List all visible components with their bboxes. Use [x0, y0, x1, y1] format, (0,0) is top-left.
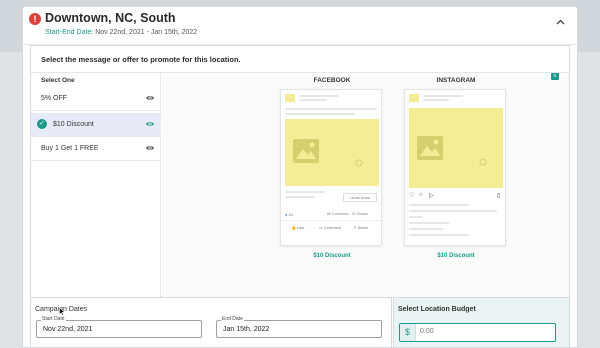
offer-prompt: Select the message or offer to promote f… [41, 55, 241, 64]
offer-label: 5% OFF [41, 95, 68, 102]
currency-symbol: $ [400, 324, 416, 341]
image-icon [417, 136, 443, 160]
offer-label: Buy 1 Get 1 FREE [41, 145, 99, 152]
start-date-field[interactable]: Start Date Nov 22nd, 2021 [36, 316, 202, 338]
fb-like-label: Like [297, 225, 305, 230]
budget-title: Select Location Budget [398, 306, 476, 313]
text-placeholder [409, 204, 469, 206]
ad-image-placeholder [285, 119, 379, 186]
text-placeholder [423, 95, 463, 97]
start-date-value: Nov 22nd, 2021 [43, 326, 93, 333]
instagram-caption: $10 Discount [437, 253, 475, 259]
facebook-caption: $10 Discount [313, 253, 351, 259]
offer-list-title: Select One [41, 77, 75, 84]
budget-input[interactable] [420, 328, 520, 335]
chevron-up-icon[interactable] [556, 17, 565, 28]
offer-item[interactable]: Buy 1 Get 1 FREE [31, 137, 161, 161]
facebook-ad-mockup: LEARN MORE ● 24 86 Comments · 21 Shares … [280, 89, 382, 246]
budget-field[interactable]: $ [399, 323, 556, 342]
location-card: ! Downtown, NC, South Start-End Date: No… [22, 6, 578, 348]
location-budget-section: Select Location Budget $ [393, 297, 570, 347]
check-circle-icon: ✓ [37, 119, 47, 129]
offer-panel: Select the message or offer to promote f… [30, 45, 570, 298]
ad-preview-area: ≡ FACEBOOK LEARN MORE ● 24 86 Comments ·… [162, 73, 569, 298]
bookmark-icon: ▯ [497, 193, 501, 199]
text-placeholder [299, 95, 339, 97]
fb-comment-button: ▭ Comment [319, 225, 342, 230]
text-placeholder [409, 222, 449, 224]
facebook-preview-title: FACEBOOK [313, 77, 351, 84]
text-placeholder [409, 228, 443, 230]
text-placeholder [285, 196, 315, 198]
offer-item-selected[interactable]: ✓ $10 Discount [31, 113, 161, 137]
like-count: ● 24 [285, 212, 293, 217]
chat-icon[interactable]: ≡ [551, 73, 559, 80]
heart-icon: ♡ [409, 193, 415, 199]
text-placeholder [285, 191, 325, 193]
cta-button: LEARN MORE [343, 193, 377, 202]
text-placeholder [409, 234, 469, 236]
fb-like-button: 👍 Like [291, 225, 305, 230]
text-placeholder [423, 99, 449, 101]
brand-tag [285, 94, 295, 102]
comment-count: 86 Comments · 21 Shares [327, 212, 368, 216]
start-date-label: Start Date [41, 316, 66, 322]
ad-image-placeholder [409, 108, 503, 188]
sun-icon [355, 159, 363, 167]
location-header[interactable]: ! Downtown, NC, South Start-End Date: No… [23, 7, 577, 45]
divider [281, 220, 381, 221]
offer-list: Select One 5% OFF ✓ $10 Discount Buy 1 G… [31, 73, 161, 298]
like-count-value: 24 [288, 212, 293, 217]
fb-share-label: Share [357, 225, 369, 230]
text-placeholder [299, 99, 327, 101]
eye-icon[interactable] [145, 119, 155, 129]
fb-comment-label: Comment [323, 225, 342, 230]
text-placeholder [409, 216, 423, 218]
image-icon [293, 139, 319, 163]
sun-icon [479, 158, 487, 166]
campaign-dates-section: Campaign Dates Start Date Nov 22nd, 2021… [30, 297, 392, 347]
start-end-date-label: Start-End Date: [45, 29, 94, 36]
instagram-ad-mockup: ♡ ○ ▷ ▯ [404, 89, 506, 246]
end-date-value: Jan 15th, 2022 [223, 326, 270, 333]
location-title: Downtown, NC, South [45, 11, 176, 25]
end-date-label: End Date [221, 316, 244, 322]
alert-icon: ! [29, 13, 41, 25]
fb-share-button: ↗ Share [353, 225, 369, 230]
eye-icon[interactable] [145, 143, 155, 153]
text-placeholder [285, 113, 355, 115]
offer-item[interactable]: 5% OFF [31, 87, 161, 111]
start-end-date-value: Nov 22nd, 2021 - Jan 15th, 2022 [95, 29, 198, 36]
offer-label: $10 Discount [53, 121, 94, 128]
text-placeholder [285, 108, 377, 110]
comment-icon: ○ [419, 192, 423, 198]
instagram-preview-title: INSTAGRAM [436, 77, 476, 84]
send-icon: ▷ [429, 193, 434, 199]
text-placeholder [409, 210, 497, 212]
start-end-date: Start-End Date: Nov 22nd, 2021 - Jan 15t… [45, 29, 197, 36]
eye-icon[interactable] [145, 93, 155, 103]
end-date-field[interactable]: End Date Jan 15th, 2022 [216, 316, 382, 338]
brand-tag [409, 94, 419, 102]
mouse-cursor-icon [59, 307, 65, 316]
